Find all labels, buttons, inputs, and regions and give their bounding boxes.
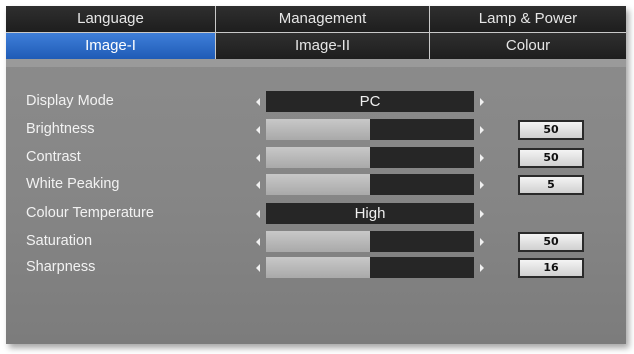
- arrow-right-icon[interactable]: [480, 210, 484, 218]
- tab-bottom-rule: [6, 59, 626, 67]
- setting-sharpness[interactable]: Sharpness 16: [6, 257, 626, 279]
- slider-fill: [266, 147, 370, 168]
- setting-display-mode[interactable]: Display Mode PC: [6, 91, 626, 113]
- contrast-value: 50: [518, 148, 584, 168]
- slider-fill: [266, 174, 370, 195]
- arrow-left-icon[interactable]: [256, 181, 260, 189]
- arrow-right-icon[interactable]: [480, 181, 484, 189]
- white-peaking-value: 5: [518, 175, 584, 195]
- tab-colour[interactable]: Colour: [430, 33, 626, 59]
- setting-label: Sharpness: [26, 259, 96, 275]
- tab-lamp-power[interactable]: Lamp & Power: [430, 6, 626, 32]
- slider-fill: [266, 257, 370, 278]
- arrow-right-icon[interactable]: [480, 238, 484, 246]
- setting-white-peaking[interactable]: White Peaking 5: [6, 174, 626, 196]
- arrow-left-icon[interactable]: [256, 264, 260, 272]
- arrow-left-icon[interactable]: [256, 154, 260, 162]
- setting-label: Brightness: [26, 121, 95, 137]
- brightness-value: 50: [518, 120, 584, 140]
- arrow-left-icon[interactable]: [256, 126, 260, 134]
- contrast-slider[interactable]: [266, 147, 474, 168]
- saturation-slider[interactable]: [266, 231, 474, 252]
- setting-label: Saturation: [26, 233, 93, 249]
- setting-colour-temperature[interactable]: Colour Temperature High: [6, 203, 626, 225]
- tab-row-2: Image-I Image-II Colour: [6, 33, 626, 59]
- slider-fill: [266, 119, 370, 140]
- tab-image-2[interactable]: Image-II: [216, 33, 430, 59]
- sharpness-slider[interactable]: [266, 257, 474, 278]
- setting-label: Colour Temperature: [26, 205, 154, 221]
- setting-saturation[interactable]: Saturation 50: [6, 231, 626, 253]
- setting-brightness[interactable]: Brightness 50: [6, 119, 626, 141]
- osd-menu: Language Management Lamp & Power Image-I…: [6, 6, 626, 344]
- tab-image-1[interactable]: Image-I: [6, 33, 216, 59]
- brightness-slider[interactable]: [266, 119, 474, 140]
- sharpness-value: 16: [518, 258, 584, 278]
- arrow-right-icon[interactable]: [480, 126, 484, 134]
- setting-contrast[interactable]: Contrast 50: [6, 147, 626, 169]
- saturation-value: 50: [518, 232, 584, 252]
- arrow-right-icon[interactable]: [480, 264, 484, 272]
- tab-row-1: Language Management Lamp & Power: [6, 6, 626, 32]
- arrow-left-icon[interactable]: [256, 210, 260, 218]
- arrow-left-icon[interactable]: [256, 98, 260, 106]
- setting-label: White Peaking: [26, 176, 120, 192]
- slider-fill: [266, 231, 370, 252]
- tab-management[interactable]: Management: [216, 6, 430, 32]
- tab-language[interactable]: Language: [6, 6, 216, 32]
- setting-label: Display Mode: [26, 93, 114, 109]
- white-peaking-slider[interactable]: [266, 174, 474, 195]
- colour-temperature-value[interactable]: High: [266, 203, 474, 224]
- arrow-right-icon[interactable]: [480, 154, 484, 162]
- arrow-right-icon[interactable]: [480, 98, 484, 106]
- setting-label: Contrast: [26, 149, 81, 165]
- display-mode-value[interactable]: PC: [266, 91, 474, 112]
- arrow-left-icon[interactable]: [256, 238, 260, 246]
